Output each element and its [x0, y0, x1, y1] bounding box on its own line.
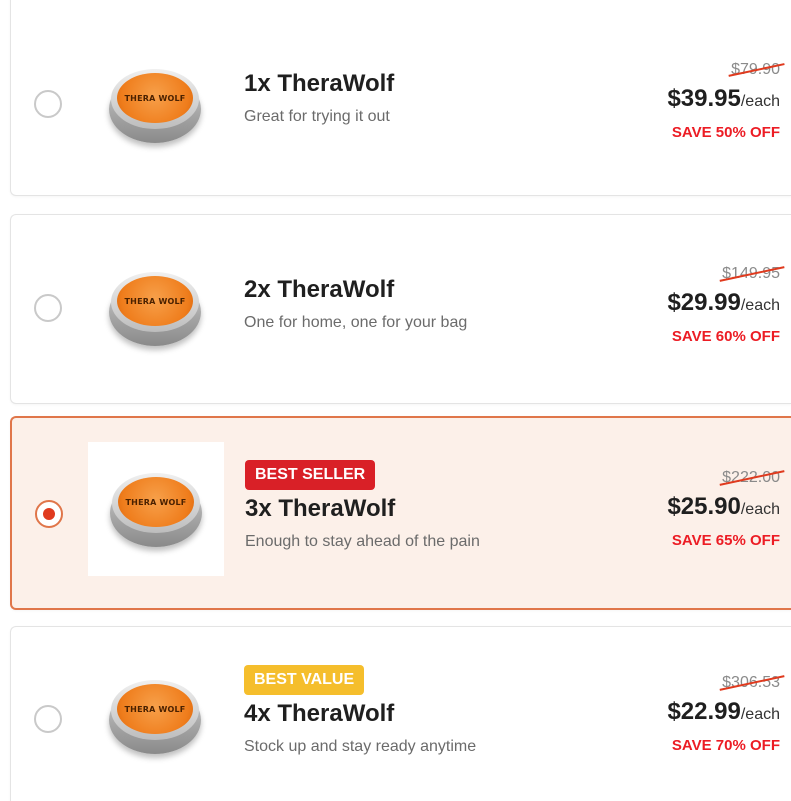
- option-title: 4x TheraWolf: [244, 700, 395, 727]
- option-title: 2x TheraWolf: [244, 276, 395, 303]
- brand-logo: THERA WOLF: [117, 684, 193, 734]
- brand-logo: THERA WOLF: [117, 73, 193, 123]
- original-price: $149.95: [719, 264, 785, 284]
- bundle-option-1[interactable]: THERA WOLF 1x TheraWolf Great for trying…: [10, 0, 791, 196]
- option-subtitle: Enough to stay ahead of the pain: [245, 533, 480, 550]
- unit-price: $22.99: [667, 698, 741, 725]
- product-image: THERA WOLF: [87, 38, 223, 172]
- bundle-option-4[interactable]: THERA WOLF BEST VALUE 4x TheraWolf Stock…: [10, 626, 791, 801]
- save-percent-label: SAVE 65% OFF: [671, 532, 780, 549]
- product-image: THERA WOLF: [87, 241, 223, 375]
- radio-button-option-2[interactable]: [34, 294, 62, 322]
- bundle-options-list: THERA WOLF 1x TheraWolf Great for trying…: [0, 0, 791, 801]
- bundle-option-3[interactable]: THERA WOLF BEST SELLER 3x TheraWolf Enou…: [10, 416, 791, 610]
- unit-price: $29.99: [667, 289, 741, 316]
- brand-logo: THERA WOLF: [117, 276, 193, 326]
- save-percent-label: SAVE 50% OFF: [671, 124, 780, 141]
- original-price: $79.90: [728, 60, 785, 80]
- therawolf-tin-icon: THERA WOLF: [108, 469, 204, 549]
- product-image: THERA WOLF: [88, 442, 224, 576]
- option-subtitle: One for home, one for your bag: [244, 314, 468, 331]
- original-price: $306.53: [719, 673, 785, 693]
- bundle-option-2[interactable]: THERA WOLF 2x TheraWolf One for home, on…: [10, 214, 791, 404]
- radio-button-option-1[interactable]: [34, 90, 62, 118]
- radio-button-option-3[interactable]: [35, 500, 63, 528]
- save-percent-label: SAVE 70% OFF: [671, 737, 780, 754]
- save-percent-label: SAVE 60% OFF: [671, 328, 780, 345]
- unit-price: $39.95: [667, 85, 741, 112]
- option-title: 3x TheraWolf: [245, 495, 396, 522]
- therawolf-tin-icon: THERA WOLF: [107, 676, 203, 756]
- per-unit-label: /each: [740, 297, 780, 314]
- option-title: 1x TheraWolf: [244, 70, 395, 97]
- option-subtitle: Stock up and stay ready anytime: [244, 738, 477, 755]
- radio-selected-dot: [43, 508, 55, 520]
- original-price: $222.00: [719, 468, 785, 488]
- best-seller-badge: BEST SELLER: [245, 460, 376, 490]
- brand-logo: THERA WOLF: [118, 477, 194, 527]
- therawolf-tin-icon: THERA WOLF: [107, 65, 203, 145]
- per-unit-label: /each: [740, 706, 780, 723]
- unit-price: $25.90: [667, 493, 741, 520]
- per-unit-label: /each: [740, 501, 780, 518]
- best-value-badge: BEST VALUE: [244, 665, 365, 695]
- therawolf-tin-icon: THERA WOLF: [107, 268, 203, 348]
- product-image: THERA WOLF: [87, 649, 223, 783]
- radio-button-option-4[interactable]: [34, 705, 62, 733]
- option-subtitle: Great for trying it out: [244, 108, 390, 125]
- per-unit-label: /each: [740, 93, 780, 110]
